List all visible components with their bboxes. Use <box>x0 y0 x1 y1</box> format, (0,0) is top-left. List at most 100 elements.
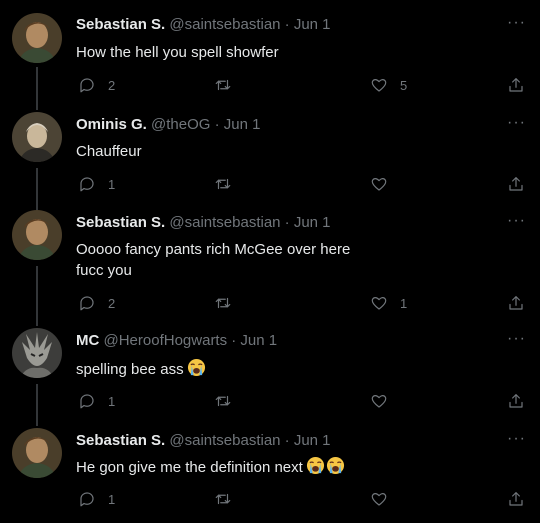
like-button[interactable]: 1 <box>370 292 407 314</box>
tweet-text: Chauffeur <box>76 141 142 162</box>
tweet[interactable]: Sebastian S. @saintsebastian · Jun 1 ···… <box>0 426 540 523</box>
reply-count: 1 <box>108 393 116 409</box>
tweet-text: How the hell you spell showfer <box>76 42 279 63</box>
like-button[interactable]: 5 <box>370 74 407 96</box>
retweet-icon <box>215 178 231 190</box>
tweet-actions: 2 1 <box>76 292 526 314</box>
handle-and-date[interactable]: @HeroofHogwarts · Jun 1 <box>104 332 278 349</box>
share-icon <box>509 394 523 408</box>
tweet-actions: 2 5 <box>76 74 526 96</box>
tweet-actions: 1 <box>76 488 526 510</box>
thread-line <box>36 67 38 110</box>
loudly-crying-face-emoji <box>326 456 344 475</box>
like-count: 1 <box>400 295 408 311</box>
tweet-text-line: How the hell you spell showfer <box>76 44 279 61</box>
more-icon[interactable]: ··· <box>507 114 526 132</box>
tweet[interactable]: Sebastian S. @saintsebastian · Jun 1 ···… <box>0 206 540 326</box>
thread-line <box>36 108 38 110</box>
like-count: 5 <box>400 77 408 93</box>
share-button[interactable] <box>507 292 525 314</box>
retweet-button[interactable] <box>214 292 232 314</box>
like-button[interactable] <box>370 390 388 412</box>
retweet-icon <box>215 79 231 91</box>
thread-line <box>36 168 38 208</box>
avatar[interactable] <box>12 328 62 378</box>
tweet-text-line: He gon give me the definition next <box>76 456 345 478</box>
more-icon[interactable]: ··· <box>507 212 526 230</box>
tweet-text: spelling bee ass <box>76 358 206 380</box>
reply-button[interactable]: 1 <box>78 488 115 510</box>
more-icon[interactable]: ··· <box>507 14 526 32</box>
more-icon[interactable]: ··· <box>507 330 526 348</box>
avatar[interactable] <box>12 428 62 478</box>
retweet-button[interactable] <box>214 488 232 510</box>
loudly-crying-face-emoji <box>187 358 205 377</box>
share-button[interactable] <box>507 488 525 510</box>
heart-icon <box>371 178 387 191</box>
heart-icon <box>371 297 387 310</box>
display-name[interactable]: MC <box>76 332 99 349</box>
reply-button[interactable]: 1 <box>78 173 115 195</box>
tweet-header: Sebastian S. @saintsebastian · Jun 1 <box>76 15 331 35</box>
retweet-icon <box>215 395 231 407</box>
display-name[interactable]: Sebastian S. <box>76 432 165 449</box>
reply-count: 1 <box>108 176 116 192</box>
avatar[interactable] <box>12 13 62 63</box>
display-name[interactable]: Sebastian S. <box>76 214 165 231</box>
avatar[interactable] <box>12 112 62 162</box>
tweet[interactable]: Sebastian S. @saintsebastian · Jun 1 ···… <box>0 0 540 110</box>
reply-icon <box>80 78 94 93</box>
share-icon <box>509 296 523 310</box>
tweet-header: MC @HeroofHogwarts · Jun 1 <box>76 331 277 351</box>
more-icon[interactable]: ··· <box>507 430 526 448</box>
display-name[interactable]: Sebastian S. <box>76 16 165 33</box>
share-icon <box>509 177 523 191</box>
reply-count: 2 <box>108 77 116 93</box>
handle-and-date[interactable]: @saintsebastian · Jun 1 <box>169 214 330 231</box>
tweet[interactable]: Ominis G. @theOG · Jun 1 ··· Chauffeur 1 <box>0 108 540 208</box>
tweet-text-content: spelling bee ass <box>76 361 184 378</box>
retweet-icon <box>215 493 231 505</box>
reply-icon <box>80 296 94 311</box>
handle-and-date[interactable]: @saintsebastian · Jun 1 <box>169 16 330 33</box>
handle-and-date[interactable]: @theOG · Jun 1 <box>151 116 260 133</box>
like-button[interactable] <box>370 488 388 510</box>
retweet-button[interactable] <box>214 390 232 412</box>
loudly-crying-face-emoji <box>306 456 324 475</box>
heart-icon <box>371 493 387 506</box>
reply-button[interactable]: 2 <box>78 292 115 314</box>
tweet-header: Sebastian S. @saintsebastian · Jun 1 <box>76 213 331 233</box>
tweet-text-line: spelling bee ass <box>76 358 206 380</box>
reply-icon <box>80 394 94 409</box>
reply-button[interactable]: 2 <box>78 74 115 96</box>
thread-line <box>36 384 38 426</box>
tweet-text: He gon give me the definition next <box>76 456 345 478</box>
heart-icon <box>371 395 387 408</box>
tweet-actions: 1 <box>76 173 526 195</box>
heart-icon <box>371 79 387 92</box>
reply-icon <box>80 177 94 192</box>
share-button[interactable] <box>507 74 525 96</box>
retweet-button[interactable] <box>214 173 232 195</box>
display-name[interactable]: Ominis G. <box>76 116 147 133</box>
share-button[interactable] <box>507 173 525 195</box>
reply-button[interactable]: 1 <box>78 390 115 412</box>
tweet-text-line: Ooooo fancy pants rich McGee over here <box>76 241 351 258</box>
like-button[interactable] <box>370 173 388 195</box>
avatar[interactable] <box>12 210 62 260</box>
reply-count: 2 <box>108 295 116 311</box>
retweet-button[interactable] <box>214 74 232 96</box>
share-icon <box>509 78 523 92</box>
tweet[interactable]: MC @HeroofHogwarts · Jun 1 ··· spelling … <box>0 326 540 426</box>
tweet-text-content: He gon give me the definition next <box>76 459 303 476</box>
share-icon <box>509 492 523 506</box>
tweet-header: Ominis G. @theOG · Jun 1 <box>76 115 260 135</box>
reply-count: 1 <box>108 491 116 507</box>
tweet-text-line: Chauffeur <box>76 143 142 160</box>
retweet-icon <box>215 297 231 309</box>
tweet-text: Ooooo fancy pants rich McGee over here f… <box>76 239 350 281</box>
handle-and-date[interactable]: @saintsebastian · Jun 1 <box>169 432 330 449</box>
share-button[interactable] <box>507 390 525 412</box>
tweet-text-line: fucc you <box>76 262 132 279</box>
reply-icon <box>80 492 94 507</box>
